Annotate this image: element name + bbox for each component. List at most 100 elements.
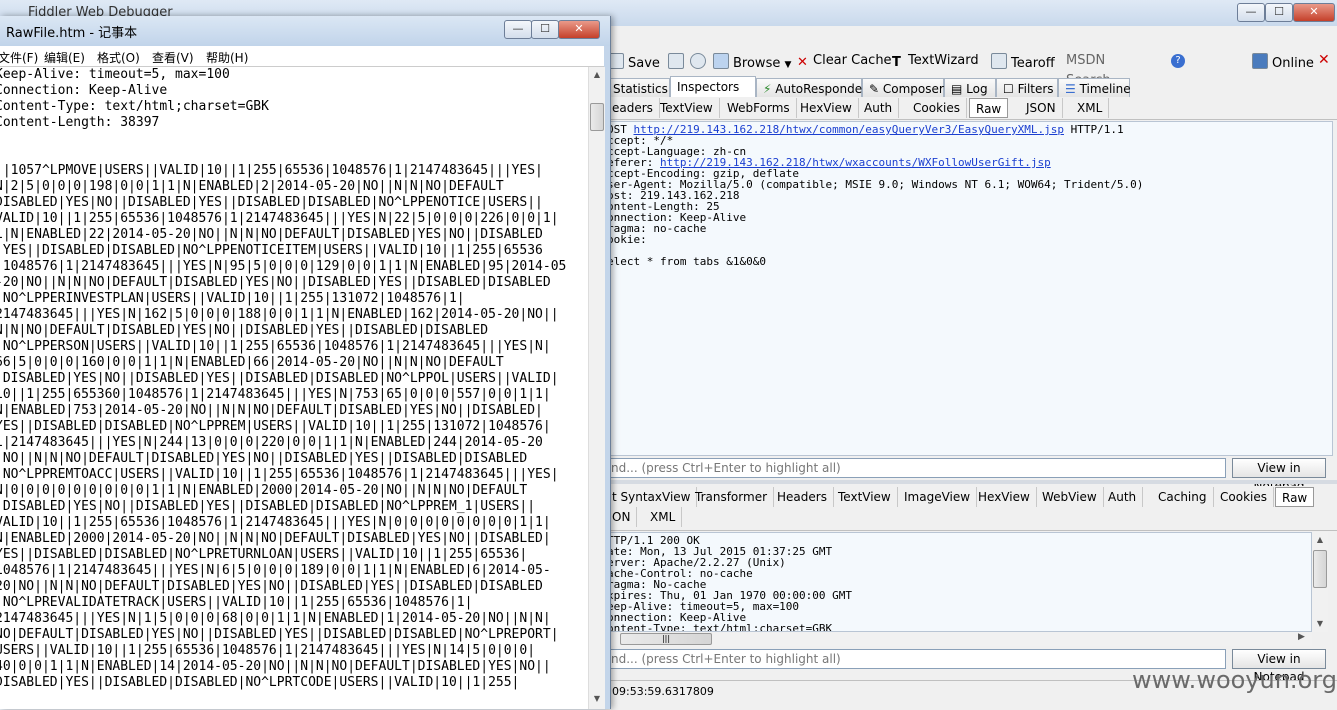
request-tab-json[interactable]: JSON	[1020, 98, 1063, 118]
response-tab-textview[interactable]: TextView	[832, 487, 898, 507]
tab-filters-label: Filters	[1017, 82, 1054, 96]
response-tab-webview[interactable]: WebView	[1036, 487, 1104, 507]
response-hscroll-thumb[interactable]: |||	[620, 633, 712, 645]
response-tab-caching[interactable]: Caching	[1152, 487, 1214, 507]
tab-filters[interactable]: ☐ Filters	[996, 78, 1058, 98]
response-raw-pane[interactable]: TTP/1.1 200 OK ate: Mon, 13 Jul 2015 01:3…	[606, 532, 1312, 632]
request-line-text: ookie:	[607, 233, 647, 246]
notepad-text-line: VALID|10||1|255|65536|1048576|1|21474836…	[0, 515, 551, 530]
request-raw-pane[interactable]: OST http://219.143.162.218/htwx/common/e…	[606, 121, 1333, 456]
fiddler-minimize-button[interactable]: —	[1237, 3, 1265, 22]
clear-cache-label: Clear Cache	[813, 53, 892, 68]
tab-timeline-label: Timeline	[1079, 82, 1131, 96]
timer-button[interactable]	[690, 53, 710, 71]
response-tab-imageview[interactable]: ImageView	[898, 487, 978, 507]
request-line: elect * from tabs &1&0&0	[607, 256, 1332, 267]
request-tab-xml[interactable]: XML	[1071, 98, 1110, 118]
notepad-close-button[interactable]: ✕	[558, 20, 600, 39]
camera-icon	[668, 53, 684, 69]
msdn-search-input[interactable]: MSDN Search...	[1066, 51, 1166, 88]
save-button[interactable]: Save	[608, 53, 660, 71]
fiddler-maximize-button[interactable]: ☐	[1265, 3, 1293, 22]
tab-log-label: Log	[966, 82, 988, 96]
response-tab-cookies[interactable]: Cookies	[1214, 487, 1274, 507]
request-tab-headers[interactable]: eaders	[606, 98, 660, 118]
clear-cache-button[interactable]: ✕ Clear Cache	[797, 53, 892, 70]
pane-splitter[interactable]	[606, 480, 1337, 484]
request-line-suffix: HTTP/1.1	[1063, 123, 1124, 136]
screenshot-button[interactable]	[668, 53, 688, 71]
help-icon[interactable]: ?	[1171, 54, 1185, 68]
notepad-text-line: ||1057^LPMOVE|USERS||VALID|10||1|255|655…	[0, 163, 543, 178]
tab-inspectors[interactable]: Inspectors	[670, 76, 756, 98]
timer-icon	[690, 53, 706, 69]
notepad-vscroll-thumb[interactable]	[590, 103, 604, 131]
request-tab-cookies[interactable]: Cookies	[907, 98, 967, 118]
request-tab-hexview[interactable]: HexView	[794, 98, 859, 118]
request-line: OST http://219.143.162.218/htwx/common/e…	[607, 124, 1332, 135]
notepad-text-line: 40|0|0|1|1|N|ENABLED|14|2014-05-20|NO||N…	[0, 659, 551, 674]
notepad-text-line: N|ENABLED|2000|2014-05-20|NO||N|N|NO|DEF…	[0, 531, 551, 546]
tearoff-button[interactable]: Tearoff	[991, 53, 1055, 71]
tab-log[interactable]: ▤ Log	[944, 78, 996, 98]
tab-autoresponder[interactable]: ⚡ AutoResponder	[756, 78, 867, 98]
notepad-text-line: N|N|NO|DEFAULT|DISABLED|YES|NO||DISABLED…	[0, 323, 489, 338]
notepad-text-line: 10||1|255|655360|1048576|1|2147483645|||…	[0, 387, 551, 402]
request-line: onnection: Keep-Alive	[607, 212, 1332, 223]
response-hscrollbar[interactable]: ||| ▶	[606, 632, 1312, 646]
menu-file[interactable]: 文件(F)	[0, 49, 38, 66]
browse-label: Browse	[733, 56, 781, 71]
request-find-input[interactable]: nd... (press Ctrl+Enter to highlight all…	[606, 458, 1226, 478]
close-icon[interactable]: ✕	[1318, 52, 1330, 68]
text-wizard-button[interactable]: T TextWizard	[892, 53, 979, 70]
response-tab-transformer[interactable]: Transformer	[689, 487, 775, 507]
request-view-in-notepad-button[interactable]: View in Notepad	[1232, 458, 1326, 493]
tearoff-icon	[991, 53, 1007, 69]
response-tab-syntaxview[interactable]: t SyntaxView	[606, 487, 698, 507]
notepad-maximize-button[interactable]: ☐	[531, 20, 559, 39]
request-url-link[interactable]: http://219.143.162.218/htwx/common/easyQ…	[634, 123, 1064, 136]
menu-help[interactable]: 帮助(H)	[206, 49, 248, 66]
scroll-up-arrow-icon[interactable]: ▲	[1312, 532, 1328, 548]
scroll-up-arrow-icon[interactable]: ▲	[589, 67, 605, 83]
response-tab-xml[interactable]: XML	[644, 507, 683, 527]
notepad-text-line: -20|NO||N|N|NO|DEFAULT|DISABLED|YES|NO||…	[0, 275, 551, 290]
request-tab-auth[interactable]: Auth	[858, 98, 900, 118]
notepad-text-line	[0, 147, 588, 163]
menu-view[interactable]: 查看(V)	[152, 49, 194, 66]
notepad-text-line: |1048576|1|2147483645|||YES|N|95|5|0|0|0…	[0, 259, 567, 274]
menu-format[interactable]: 格式(O)	[97, 49, 140, 66]
notepad-vscrollbar[interactable]: ▲ ▼	[588, 67, 605, 709]
scroll-down-arrow-icon[interactable]: ▼	[589, 691, 605, 707]
online-indicator[interactable]: Online	[1252, 53, 1314, 71]
notepad-text-line: DISABLED|YES||DISABLED|DISABLED|NO^LPRTC…	[0, 675, 520, 690]
browse-button[interactable]: Browse ▼	[713, 53, 791, 71]
request-tab-webforms[interactable]: WebForms	[721, 98, 797, 118]
response-vscroll-thumb[interactable]	[1313, 550, 1327, 588]
chevron-down-icon[interactable]: ▼	[784, 60, 791, 70]
notepad-text-area[interactable]: Keep-Alive: timeout=5, max=100 Connection…	[0, 67, 588, 709]
request-tab-textview[interactable]: TextView	[654, 98, 720, 118]
response-tab-headers[interactable]: Headers	[771, 487, 834, 507]
menu-edit[interactable]: 编辑(E)	[44, 49, 85, 66]
tab-timeline[interactable]: ☰ Timeline	[1058, 78, 1131, 98]
notepad-text-line: NO|DEFAULT|DISABLED|YES|NO||DISABLED|YES…	[0, 627, 559, 642]
notepad-menubar: 文件(F) 编辑(E) 格式(O) 查看(V) 帮助(H)	[0, 46, 604, 67]
request-tab-raw[interactable]: Raw	[969, 98, 1009, 118]
notepad-minimize-button[interactable]: —	[504, 20, 532, 39]
fiddler-close-button[interactable]: ✕	[1293, 3, 1335, 22]
response-tab-raw[interactable]: Raw	[1275, 487, 1315, 507]
notepad-text-line: YES||DISABLED|DISABLED|NO^LPPREM|USERS||…	[0, 419, 551, 434]
clear-cache-icon: ✕	[797, 55, 808, 70]
response-tab-hexview[interactable]: HexView	[972, 487, 1037, 507]
response-tab-auth[interactable]: Auth	[1102, 487, 1144, 507]
scroll-down-arrow-icon[interactable]: ▼	[1312, 616, 1328, 632]
notepad-text-line: VALID|10||1|255|65536|1048576|1|21474836…	[0, 211, 559, 226]
scroll-right-arrow-icon[interactable]: ▶	[1298, 632, 1305, 642]
response-vscrollbar[interactable]: ▲ ▼	[1312, 532, 1328, 632]
tab-statistics[interactable]: Statistics	[606, 78, 670, 98]
checkbox-icon: ☐	[1003, 82, 1018, 96]
tab-autoresponder-label: AutoResponder	[775, 82, 868, 96]
notepad-text-line: USERS||VALID|10||1|255|65536|1048576|1|2…	[0, 643, 536, 658]
tab-composer[interactable]: ✎ Composer	[862, 78, 944, 98]
